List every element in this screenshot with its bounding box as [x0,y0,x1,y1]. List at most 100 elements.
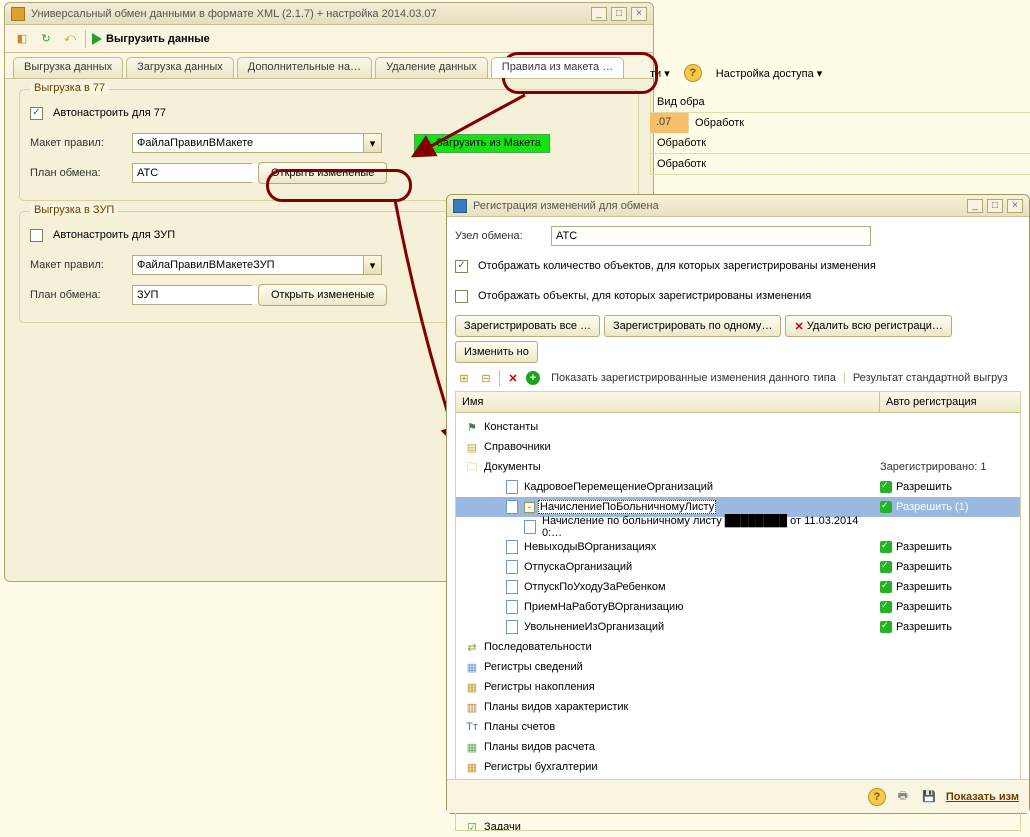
toggle-icon[interactable]: ◧ [13,30,31,48]
node-icon: ▦ [464,660,480,674]
tab-rules-from-template[interactable]: Правила из макета … [491,57,624,78]
auto77-checkbox[interactable] [30,107,43,120]
planzup-combo[interactable]: … × [132,285,252,305]
tree-node[interactable]: ▤Справочники [456,437,1020,457]
node-autoreg: Разрешить [880,541,1016,553]
tab-delete[interactable]: Удаление данных [375,57,488,78]
node-label: Регистры сведений [484,661,880,673]
x-icon: ✕ [794,320,806,333]
maket77-combo[interactable]: ▾ [132,133,382,153]
dropdown-icon[interactable]: ▾ [363,134,381,152]
delete-icon[interactable]: ✕ [504,369,522,387]
node-icon: ⇄ [464,640,480,654]
autozup-checkbox[interactable] [30,229,43,242]
footer-show-changes-link[interactable]: Показать изм [946,791,1019,803]
minimize-button[interactable]: _ [591,7,607,21]
help-icon[interactable]: ? [868,788,886,806]
node-input[interactable] [552,227,870,245]
tree-node[interactable]: ▦Планы видов расчета [456,737,1020,757]
load-from-template-button[interactable]: ⟳ Загрузить из Макета [414,134,550,153]
open-changes77-button[interactable]: Открыть измененые [258,162,387,184]
tab-row: Выгрузка данных Загрузка данных Дополнит… [5,53,653,79]
titlebar: Универсальный обмен данными в формате XM… [5,3,653,25]
node-icon [504,540,520,554]
menu-item[interactable]: ти ▾ [650,67,670,80]
tree-node[interactable]: НевыходыВОрганизацияхРазрешить [456,537,1020,557]
node-icon: ▦ [464,680,480,694]
plan77-combo[interactable]: … × [132,163,252,183]
node-label: НевыходыВОрганизациях [524,541,880,553]
node-label: Последовательности [484,641,880,653]
add-icon[interactable]: + [526,371,540,385]
close-button[interactable]: × [1007,199,1023,213]
tab-extra[interactable]: Дополнительные на… [237,57,372,78]
tree-node[interactable]: ПриемНаРаботуВОрганизациюРазрешить [456,597,1020,617]
open-changeszup-button[interactable]: Открыть измененые [258,284,387,306]
refresh-icon: ⟳ [423,137,432,150]
tree-node[interactable]: -НачислениеПоБольничномуЛистуРазрешить (… [456,497,1020,517]
plan77-label: План обмена: [30,167,126,179]
tree-node[interactable]: ОтпускПоУходуЗаРебенкомРазрешить [456,577,1020,597]
show-registered-link[interactable]: Показать зарегистрированные изменения да… [551,372,836,384]
maket77-input[interactable] [133,134,363,152]
register-one-button[interactable]: Зарегистрировать по одному… [604,315,781,337]
tree-node[interactable]: ▦ Регистры сведений [456,657,1020,677]
planzup-label: План обмена: [30,289,126,301]
tree-node[interactable]: TтПланы счетов [456,717,1020,737]
tree-node[interactable]: УвольнениеИзОрганизацийРазрешить [456,617,1020,637]
export-button[interactable]: Выгрузить данные [92,33,210,45]
autozup-label: Автонастроить для ЗУП [53,229,175,241]
node-label: Регистры бухгалтерии [484,761,880,773]
node-combo[interactable] [551,226,871,246]
selected-row[interactable]: .07 [650,113,688,133]
col-header: Вид обра [650,92,1030,112]
tab-import[interactable]: Загрузка данных [126,57,234,78]
tree-node[interactable]: ▦Регистры бухгалтерии [456,757,1020,777]
tree-body: ⚑Константы▤Справочники🗀ДокументыЗарегист… [456,413,1020,831]
tree-node[interactable]: КадровоеПеремещениеОрганизацийРазрешить [456,477,1020,497]
tree-node[interactable]: ⚑Константы [456,417,1020,437]
tree-node[interactable]: Начисление по больничному листу ████████… [456,517,1020,537]
tree-collapse-icon[interactable]: ⊟ [477,369,495,387]
node-label: ПриемНаРаботуВОрганизацию [524,601,880,613]
node-label: КадровоеПеремещениеОрганизаций [524,481,880,493]
node-icon [504,580,520,594]
show-objects-checkbox[interactable] [455,290,468,303]
node-label: Задачи [484,821,880,831]
tree-node[interactable]: ▥Планы видов характеристик [456,697,1020,717]
maketzup-label: Макет правил: [30,259,126,271]
tab-export[interactable]: Выгрузка данных [13,57,123,78]
maximize-button[interactable]: □ [987,199,1003,213]
help-icon[interactable]: ? [684,64,702,82]
minimize-button[interactable]: _ [967,199,983,213]
tree-node[interactable]: ▦Регистры накопления [456,677,1020,697]
node-icon [504,600,520,614]
node-icon: Tт [464,720,480,734]
node-label: УвольнениеИзОрганизаций [524,621,880,633]
save-icon[interactable]: 💾 [920,788,938,806]
refresh-icon[interactable]: ↻ [37,30,55,48]
dropdown-icon[interactable]: ▾ [363,256,381,274]
node-label: ОтпускПоУходуЗаРебенком [524,581,880,593]
print-icon[interactable]: 🖶 [894,788,912,806]
delete-all-reg-button[interactable]: ✕ Удалить всю регистраци… [785,315,951,337]
result-export-link[interactable]: Результат стандартной выгруз [853,372,1008,384]
close-button[interactable]: × [631,7,647,21]
register-all-button[interactable]: Зарегистрировать все … [455,315,600,337]
cancel-icon[interactable]: ⤺ [61,30,79,48]
show-count-checkbox[interactable] [455,260,468,273]
tree-node[interactable]: ☑Задачи [456,817,1020,831]
node-icon [504,560,520,574]
tree-node[interactable]: 🗀ДокументыЗарегистрировано: 1 [456,457,1020,477]
cell: Обработк [688,113,1030,133]
maketzup-input[interactable] [133,256,363,274]
tree-node[interactable]: ⇄ Последовательности [456,637,1020,657]
change-num-button[interactable]: Изменить но [455,341,538,363]
tree-node[interactable]: ОтпускаОрганизацийРазрешить [456,557,1020,577]
menu-access[interactable]: Настройка доступа ▾ [716,67,823,80]
maximize-button[interactable]: □ [611,7,627,21]
tree-expand-icon[interactable]: ⊞ [455,369,473,387]
show-objects-label: Отображать объекты, для которых зарегист… [478,290,811,302]
footer: ? 🖶 💾 Показать изм [447,779,1029,813]
maketzup-combo[interactable]: ▾ [132,255,382,275]
